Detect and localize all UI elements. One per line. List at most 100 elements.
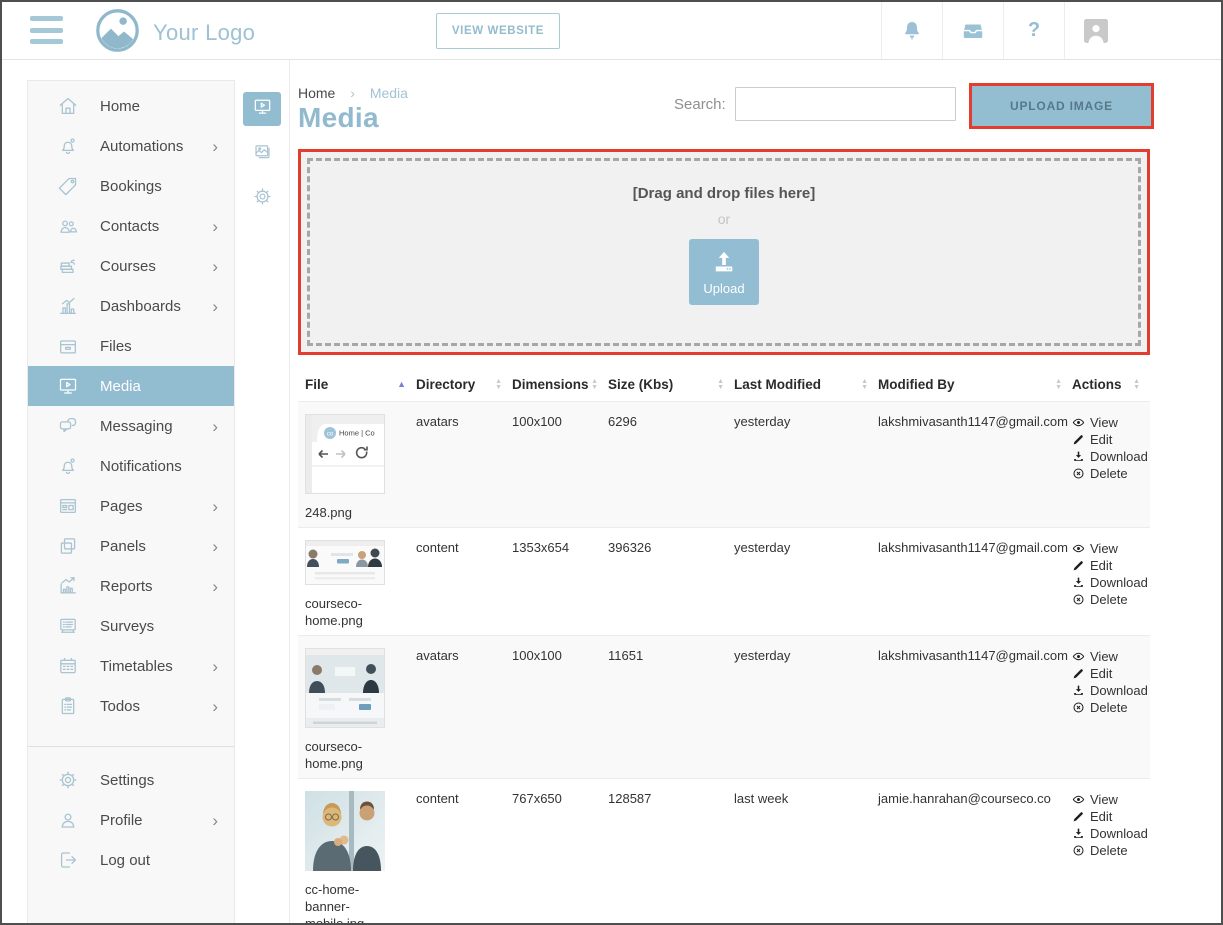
column-header-size[interactable]: Size (Kbs) ▲▼ bbox=[608, 368, 734, 401]
view-action-link[interactable]: View bbox=[1072, 648, 1142, 665]
file-thumbnail bbox=[305, 791, 385, 871]
delete-action-link[interactable]: Delete bbox=[1072, 591, 1142, 608]
chevron-right-icon: › bbox=[212, 812, 218, 829]
download-action-link[interactable]: Download bbox=[1072, 574, 1142, 591]
file-name: cc-home-banner-mobile.jpg bbox=[305, 881, 397, 925]
edit-action-link[interactable]: Edit bbox=[1072, 808, 1142, 825]
main-sidebar: HomeAutomations›BookingsContacts›Courses… bbox=[27, 80, 235, 923]
action-label: View bbox=[1090, 540, 1118, 557]
sub-sidebar-item-media-settings[interactable] bbox=[243, 182, 281, 216]
sub-sidebar-item-media-library[interactable] bbox=[243, 92, 281, 126]
archive-icon bbox=[57, 335, 79, 357]
sub-sidebar-item-image-gallery[interactable] bbox=[243, 137, 281, 171]
column-header-last_modified[interactable]: Last Modified▲▼ bbox=[734, 368, 878, 401]
edit-action-link[interactable]: Edit bbox=[1072, 431, 1142, 448]
sort-ascending-icon: ▲ bbox=[397, 380, 406, 389]
help-icon[interactable]: ? bbox=[1003, 2, 1064, 59]
breadcrumb-separator-icon: › bbox=[350, 85, 355, 101]
sidebar-item-automations[interactable]: Automations› bbox=[28, 126, 234, 166]
eye-icon bbox=[1072, 416, 1085, 429]
inbox-icon[interactable] bbox=[942, 2, 1003, 59]
dropzone-upload-button[interactable]: Upload bbox=[689, 239, 759, 305]
view-action-link[interactable]: View bbox=[1072, 540, 1142, 557]
delete-action-link[interactable]: Delete bbox=[1072, 465, 1142, 482]
edit-action-link[interactable]: Edit bbox=[1072, 557, 1142, 574]
column-header-label: File bbox=[305, 377, 328, 392]
sidebar-item-label: Media bbox=[100, 378, 141, 395]
column-header-modified_by[interactable]: Modified By▲▼ bbox=[878, 368, 1072, 401]
modified-by-cell: jamie.hanrahan@courseco.co bbox=[878, 779, 1072, 925]
user-avatar[interactable] bbox=[1064, 2, 1221, 59]
view-website-button[interactable]: VIEW WEBSITE bbox=[436, 13, 560, 49]
sidebar-item-panels[interactable]: Panels› bbox=[28, 526, 234, 566]
calendar-icon bbox=[57, 655, 79, 677]
sidebar-item-surveys[interactable]: Surveys bbox=[28, 606, 234, 646]
directory-cell: content bbox=[416, 779, 512, 925]
sidebar-item-courses[interactable]: Courses› bbox=[28, 246, 234, 286]
sidebar-item-messaging[interactable]: Messaging› bbox=[28, 406, 234, 446]
breadcrumb-current: Media bbox=[370, 85, 408, 101]
notifications-bell-icon[interactable] bbox=[881, 2, 942, 59]
action-label: View bbox=[1090, 414, 1118, 431]
hamburger-menu-icon[interactable] bbox=[30, 16, 63, 44]
sidebar-item-label: Messaging bbox=[100, 418, 173, 435]
column-header-label: Size (Kbs) bbox=[608, 377, 673, 392]
action-label: Edit bbox=[1090, 431, 1112, 448]
edit-action-link[interactable]: Edit bbox=[1072, 665, 1142, 682]
delete-action-link[interactable]: Delete bbox=[1072, 699, 1142, 716]
view-action-link[interactable]: View bbox=[1072, 791, 1142, 808]
table-row: cc-home-banner-mobile.jpgcontent767x6501… bbox=[298, 778, 1150, 925]
main-content: Home › Media Media Search: UPLOAD IMAGE … bbox=[291, 59, 1221, 923]
size-cell: 396326 bbox=[608, 528, 734, 635]
delete-action-link[interactable]: Delete bbox=[1072, 842, 1142, 859]
column-header-directory[interactable]: Directory▲▼ bbox=[416, 368, 512, 401]
chart-line-icon bbox=[57, 575, 79, 597]
chat-icon bbox=[57, 415, 79, 437]
breadcrumb-home-link[interactable]: Home bbox=[298, 85, 335, 101]
sidebar-item-settings[interactable]: Settings bbox=[28, 760, 234, 800]
sidebar-item-label: Reports bbox=[100, 578, 153, 595]
sidebar-item-label: Contacts bbox=[100, 218, 159, 235]
sidebar-item-bookings[interactable]: Bookings bbox=[28, 166, 234, 206]
download-action-link[interactable]: Download bbox=[1072, 825, 1142, 842]
top-header: Your Logo VIEW WEBSITE ? bbox=[2, 2, 1221, 60]
chevron-right-icon: › bbox=[212, 258, 218, 275]
home-icon bbox=[57, 95, 79, 117]
sidebar-item-notifications[interactable]: Notifications bbox=[28, 446, 234, 486]
sidebar-item-label: Surveys bbox=[100, 618, 154, 635]
upload-image-button[interactable]: UPLOAD IMAGE bbox=[972, 86, 1151, 126]
download-action-link[interactable]: Download bbox=[1072, 682, 1142, 699]
chevron-right-icon: › bbox=[212, 498, 218, 515]
sort-icons: ▲▼ bbox=[717, 379, 724, 391]
view-action-link[interactable]: View bbox=[1072, 414, 1142, 431]
column-header-actions[interactable]: Actions▲▼ bbox=[1072, 368, 1150, 401]
search-input[interactable] bbox=[735, 87, 956, 121]
images-icon bbox=[252, 141, 273, 167]
action-label: Download bbox=[1090, 825, 1148, 842]
sidebar-item-dashboards[interactable]: Dashboards› bbox=[28, 286, 234, 326]
dimensions-cell: 767x650 bbox=[512, 779, 608, 925]
header-actions: ? bbox=[881, 2, 1221, 59]
sidebar-item-reports[interactable]: Reports› bbox=[28, 566, 234, 606]
sidebar-item-home[interactable]: Home bbox=[28, 86, 234, 126]
column-header-dimensions[interactable]: Dimensions▲▼ bbox=[512, 368, 608, 401]
monitor-play-icon bbox=[57, 375, 79, 397]
page-title: Media bbox=[298, 102, 379, 134]
sidebar-item-label: Profile bbox=[100, 812, 143, 829]
logo-image-icon bbox=[95, 8, 140, 58]
action-label: Download bbox=[1090, 448, 1148, 465]
sidebar-item-media[interactable]: Media bbox=[28, 366, 234, 406]
sidebar-item-todos[interactable]: Todos› bbox=[28, 686, 234, 726]
drag-and-drop-zone[interactable]: [Drag and drop files here] or Upload bbox=[301, 152, 1147, 352]
download-action-link[interactable]: Download bbox=[1072, 448, 1142, 465]
sidebar-item-files[interactable]: Files bbox=[28, 326, 234, 366]
dropzone-or-label: or bbox=[718, 211, 730, 227]
sidebar-item-profile[interactable]: Profile › bbox=[28, 800, 234, 840]
sidebar-item-pages[interactable]: Pages› bbox=[28, 486, 234, 526]
sidebar-item-contacts[interactable]: Contacts› bbox=[28, 206, 234, 246]
column-header-file[interactable]: File ▲ bbox=[298, 368, 416, 401]
file-cell: courseco-home.png bbox=[298, 528, 416, 635]
sidebar-item-timetables[interactable]: Timetables› bbox=[28, 646, 234, 686]
sidebar-item-logout[interactable]: Log out bbox=[28, 840, 234, 880]
last-modified-cell: yesterday bbox=[734, 528, 878, 635]
